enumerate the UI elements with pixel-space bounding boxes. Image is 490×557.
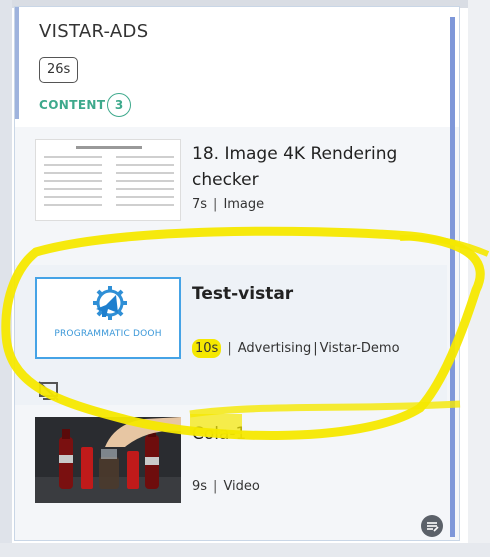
item-meta: 10s | Advertising | Vistar-Demo [192, 339, 400, 358]
cola-photo-illustration [35, 417, 181, 503]
playlist-duration-badge: 26s [39, 57, 79, 83]
notes-icon [427, 522, 439, 532]
content-label: CONTENT [39, 98, 106, 112]
scrollbar[interactable] [450, 17, 455, 537]
meta-separator: | [227, 341, 232, 356]
meta-separator: | [313, 341, 318, 356]
playlist-header: VISTAR-ADS 26s CONTENT 3 [15, 7, 459, 127]
playlist-title: VISTAR-ADS [39, 21, 149, 42]
item-type: Advertising [237, 341, 312, 356]
item-title: Test-vistar [192, 284, 294, 304]
content-item[interactable]: 18. Image 4K Rendering checker 7s | Image [15, 129, 447, 249]
item-duration: 7s [192, 197, 208, 212]
item-meta: 9s | Video [192, 479, 260, 494]
megaphone-gear-icon [93, 286, 127, 320]
window-frame-right [468, 0, 490, 557]
content-count-badge: 3 [107, 93, 131, 117]
item-duration: 10s [192, 339, 222, 358]
window-frame-bottom [0, 543, 490, 557]
programmatic-dooh-thumbnail: PROGRAMMATIC DOOH [35, 277, 181, 359]
meta-separator: | [213, 479, 218, 494]
item-title: 18. Image 4K Rendering checker [192, 144, 398, 190]
thumbnail-caption: PROGRAMMATIC DOOH [54, 329, 162, 339]
item-type: Image [223, 197, 265, 212]
item-meta: 7s | Image [192, 197, 264, 212]
content-item[interactable]: PROGRAMMATIC DOOH Test-vistar 10s | Advert… [15, 265, 447, 405]
content-item[interactable]: Cola-1 9s | Video [15, 409, 447, 529]
screen-off-icon[interactable] [37, 379, 61, 403]
item-duration: 9s [192, 479, 208, 494]
item-source: Vistar-Demo [319, 341, 400, 356]
playlist-panel: VISTAR-ADS 26s CONTENT 3 18. Image 4K Re… [14, 6, 460, 541]
document-preview-icon [35, 139, 181, 221]
notes-fab[interactable] [421, 515, 443, 537]
item-type: Video [223, 479, 260, 494]
header-accent-bar [15, 7, 19, 119]
meta-separator: | [213, 197, 218, 212]
item-title: Cola-1 [192, 424, 247, 444]
cola-bottles-photo [35, 417, 181, 503]
window-frame-left [0, 0, 12, 557]
